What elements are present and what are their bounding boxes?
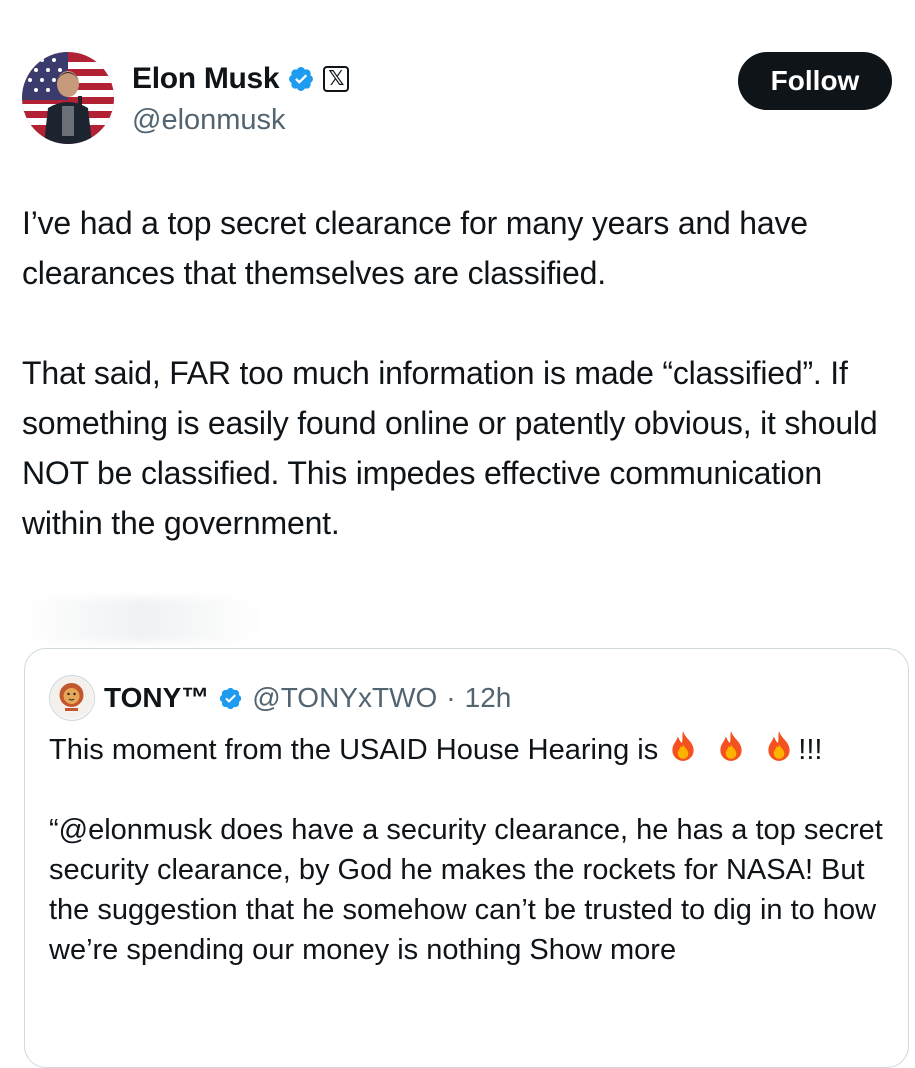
fire-emoji-icon	[666, 729, 700, 763]
follow-button[interactable]: Follow	[738, 52, 892, 110]
quoted-line1-suffix: !!!	[798, 734, 823, 766]
x-logo-icon: 𝕏	[323, 66, 350, 92]
quoted-tweet-text: This moment from the USAID House Hearing…	[49, 729, 889, 970]
tweet-header: Elon Musk 𝕏 @elonmusk Follow	[22, 52, 892, 148]
tweet-paragraph-1: I’ve had a top secret clearance for many…	[22, 205, 808, 291]
verified-badge-icon	[287, 65, 315, 93]
quoted-author-name[interactable]: TONY™	[104, 682, 209, 714]
author-name-row: Elon Musk 𝕏	[132, 62, 350, 96]
quoted-author-avatar	[49, 675, 95, 721]
tweet-text: I’ve had a top secret clearance for many…	[22, 198, 907, 548]
fire-emoji-icon	[762, 729, 796, 763]
fire-emoji-icon	[714, 729, 748, 763]
author-handle[interactable]: @elonmusk	[132, 104, 286, 137]
quoted-paragraph-2: “@elonmusk does have a security clearanc…	[49, 810, 889, 970]
quoted-tweet-time[interactable]: 12h	[465, 682, 512, 714]
meta-separator: ·	[446, 682, 456, 713]
quoted-paragraph-2-text: “@elonmusk does have a security clearanc…	[49, 814, 883, 966]
quoted-line1-text: This moment from the USAID House Hearing…	[49, 734, 659, 766]
tweet-paragraph-2: That said, FAR too much information is m…	[22, 355, 878, 541]
author-display-name[interactable]: Elon Musk	[132, 62, 280, 96]
quoted-tweet-header: TONY™ @TONYxTWO · 12h	[49, 675, 511, 721]
quoted-tweet-card[interactable]: TONY™ @TONYxTWO · 12h This moment from t…	[24, 648, 909, 1068]
quoted-author-handle[interactable]: @TONYxTWO	[252, 682, 437, 714]
quoted-paragraph-1: This moment from the USAID House Hearing…	[49, 729, 889, 770]
author-avatar[interactable]	[22, 52, 114, 144]
show-more-link[interactable]: Show more	[529, 934, 676, 966]
image-artifact	[22, 598, 262, 642]
verified-badge-icon	[218, 686, 243, 711]
